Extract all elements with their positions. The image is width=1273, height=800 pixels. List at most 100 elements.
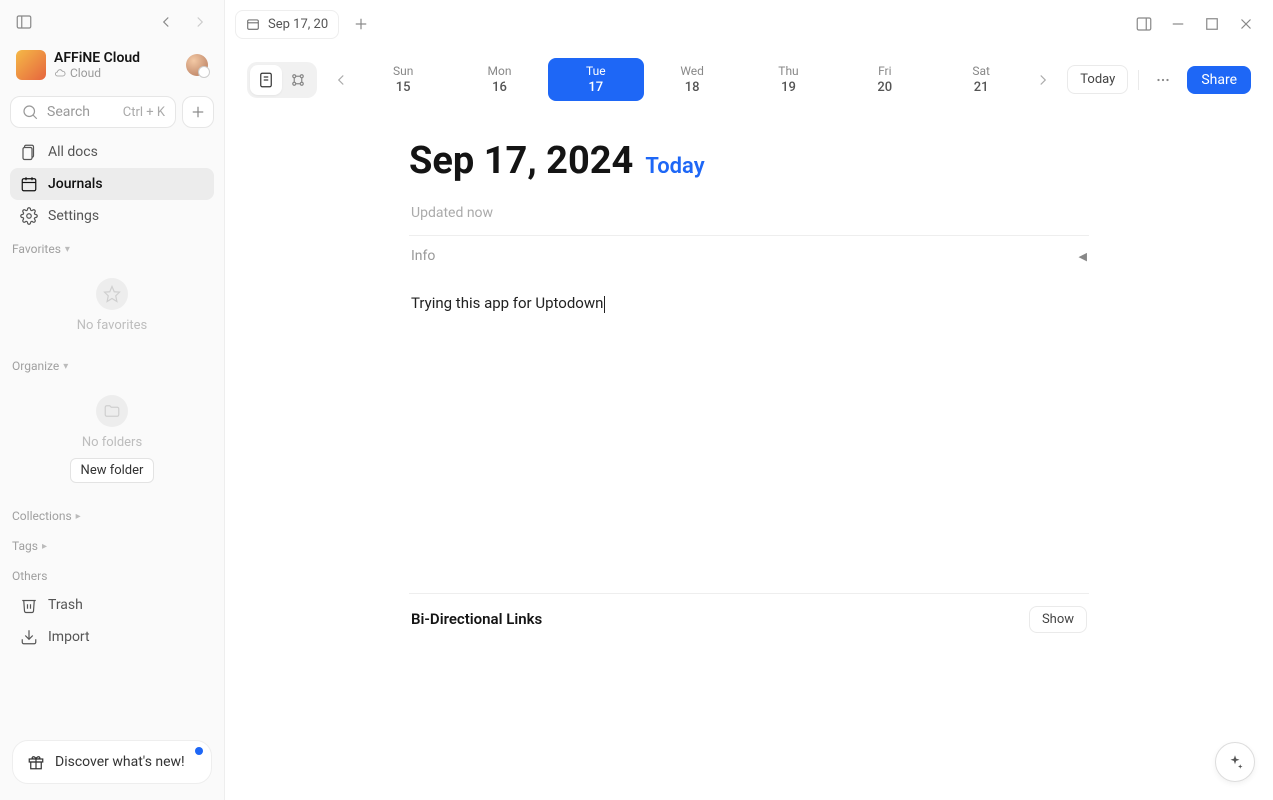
day-of-week: Sun — [393, 64, 413, 78]
notification-dot — [195, 747, 203, 755]
window-minimize-button[interactable] — [1169, 15, 1187, 33]
triangle-left-icon: ◀ — [1079, 250, 1087, 263]
section-tags[interactable]: Tags ▸ — [10, 529, 214, 559]
sidebar-item-label: Settings — [48, 208, 99, 224]
day-of-week: Thu — [778, 64, 798, 78]
doc-area: Sep 17, 2024 Today Updated now Info ◀ Tr… — [225, 111, 1273, 800]
sidebar-item-journals[interactable]: Journals — [10, 168, 214, 200]
week-next-button[interactable] — [1029, 66, 1057, 94]
avatar[interactable] — [186, 54, 208, 76]
page-icon — [257, 71, 275, 89]
day-17[interactable]: Tue17 — [548, 58, 644, 101]
new-folder-button[interactable]: New folder — [70, 458, 155, 483]
workspace-sub: Cloud — [70, 66, 101, 80]
topbar: Sep 17, 20 — [225, 0, 1273, 48]
chevron-left-icon — [332, 71, 350, 89]
day-21[interactable]: Sat 21 — [933, 58, 1029, 101]
sidebar-item-all-docs[interactable]: All docs — [10, 136, 214, 168]
cloud-icon — [54, 67, 66, 79]
gift-icon — [27, 753, 45, 771]
day-16[interactable]: Mon 16 — [451, 58, 547, 101]
more-button[interactable] — [1149, 66, 1177, 94]
panel-right-icon — [1135, 15, 1153, 33]
search-icon — [21, 103, 39, 121]
section-collections[interactable]: Collections ▸ — [10, 499, 214, 529]
view-page-button[interactable] — [250, 65, 282, 95]
panel-left-icon — [15, 13, 33, 31]
today-label: Today — [645, 154, 704, 179]
day-of-week: Tue — [586, 64, 606, 78]
docs-icon — [20, 143, 38, 161]
day-number: 21 — [974, 80, 989, 95]
share-button[interactable]: Share — [1187, 66, 1251, 94]
doc-body[interactable]: Trying this app for Uptodown — [409, 276, 1089, 313]
sparkle-icon — [1226, 753, 1244, 771]
folder-icon — [103, 402, 121, 420]
workspace-name: AFFiNE Cloud — [54, 50, 178, 66]
show-links-button[interactable]: Show — [1029, 606, 1087, 633]
week-prev-button[interactable] — [327, 66, 355, 94]
workspace-logo — [16, 50, 46, 80]
workspace-switcher[interactable]: AFFiNE Cloud Cloud — [10, 44, 214, 86]
new-page-button[interactable] — [182, 96, 214, 128]
sidebar-item-label: Import — [48, 629, 90, 645]
chevron-down-icon: ▾ — [63, 361, 68, 372]
section-organize[interactable]: Organize ▾ — [10, 349, 214, 379]
main: Sep 17, 20 Sun15Mon16Tue17Wed18Thu19Fri2… — [225, 0, 1273, 800]
page-title: Sep 17, 2024 — [409, 139, 633, 183]
chevron-right-icon — [191, 13, 209, 31]
new-tab-button[interactable] — [347, 10, 375, 38]
updated-label: Updated now — [409, 183, 1089, 235]
window-maximize-button[interactable] — [1203, 15, 1221, 33]
search-kbd: Ctrl + K — [123, 105, 165, 120]
today-button[interactable]: Today — [1067, 65, 1128, 94]
ai-fab-button[interactable] — [1215, 742, 1255, 782]
info-label: Info — [411, 248, 435, 264]
tab-label: Sep 17, 20 — [268, 17, 328, 32]
day-15[interactable]: Sun 15 — [355, 58, 451, 101]
section-others: Others — [10, 559, 214, 589]
day-18[interactable]: Wed18 — [644, 58, 740, 101]
window-close-button[interactable] — [1237, 15, 1255, 33]
sidebar-item-import[interactable]: Import — [10, 621, 214, 653]
day-of-week: Fri — [878, 64, 891, 78]
download-icon — [20, 628, 38, 646]
day-number: 16 — [492, 80, 507, 95]
discover-button[interactable]: Discover what's new! — [12, 740, 212, 784]
day-20[interactable]: Fri20 — [837, 58, 933, 101]
bidi-links-label: Bi-Directional Links — [411, 610, 542, 628]
day-number: 15 — [396, 80, 411, 95]
panel-right-button[interactable] — [1135, 15, 1153, 33]
search-placeholder: Search — [47, 104, 90, 120]
sidebar-item-label: Trash — [48, 597, 83, 613]
minimize-icon — [1169, 15, 1187, 33]
view-toggle — [247, 62, 317, 98]
sidebar-item-label: All docs — [48, 144, 98, 160]
collapse-sidebar-button[interactable] — [10, 8, 38, 36]
more-horizontal-icon — [1154, 71, 1172, 89]
view-edgeless-button[interactable] — [282, 65, 314, 95]
sidebar-item-trash[interactable]: Trash — [10, 589, 214, 621]
chevron-right-icon — [1034, 71, 1052, 89]
gear-icon — [20, 207, 38, 225]
chevron-right-icon: ▸ — [76, 511, 81, 522]
chevron-left-icon — [157, 13, 175, 31]
section-favorites[interactable]: Favorites ▾ — [10, 232, 214, 262]
plus-icon — [189, 103, 207, 121]
tab-journal[interactable]: Sep 17, 20 — [235, 10, 339, 39]
nav-back-button[interactable] — [152, 8, 180, 36]
trash-icon — [20, 596, 38, 614]
info-toggle[interactable]: Info ◀ — [409, 236, 1089, 276]
plus-icon — [352, 15, 370, 33]
sidebar-item-label: Journals — [48, 176, 103, 192]
search-input[interactable]: Search Ctrl + K — [10, 96, 176, 128]
calendar-icon — [246, 17, 260, 31]
divider — [1138, 70, 1139, 90]
nav-forward-button[interactable] — [186, 8, 214, 36]
day-19[interactable]: Thu19 — [740, 58, 836, 101]
chevron-right-icon: ▸ — [42, 541, 47, 552]
sidebar-item-settings[interactable]: Settings — [10, 200, 214, 232]
day-of-week: Mon — [488, 64, 512, 78]
day-of-week: Sat — [972, 64, 990, 78]
calendar-icon — [20, 175, 38, 193]
